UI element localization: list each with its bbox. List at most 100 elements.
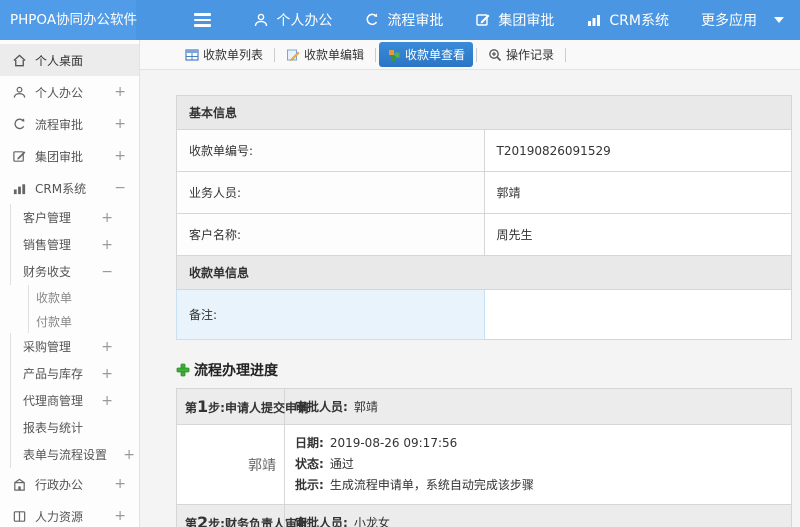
flow-step-header-row: 第2步:财务负责人审批 审批人员: 小龙女 xyxy=(176,504,792,527)
sidebar-item-label: 个人桌面 xyxy=(35,53,84,68)
sidebar-item-crm-system[interactable]: CRM系统 − xyxy=(0,172,139,204)
flow-step-body-row: 郭靖 日期: 2019-08-26 09:17:56 状态: 通过 批示: 生成流程申… xyxy=(176,424,792,505)
flow-step-approver: 审批人员: 郭靖 xyxy=(284,388,792,425)
building-icon xyxy=(12,477,27,492)
topnav-label: 集团审批 xyxy=(498,13,555,29)
tab-label: 收款单列表 xyxy=(203,48,264,62)
zoom-in-icon xyxy=(488,48,502,62)
topnav-label: 更多应用 xyxy=(701,13,757,29)
tab-receipt-list[interactable]: 收款单列表 xyxy=(177,42,271,67)
topnav-label: 个人办公 xyxy=(276,13,333,29)
sidebar-item-label: 集团审批 xyxy=(35,149,84,164)
tab-label: 操作记录 xyxy=(506,48,555,62)
flow-step-approver: 审批人员: 小龙女 xyxy=(284,504,792,527)
app-window: PHPOA协同办公软件 个人办公 流程审批 集团审批 CRM系统 更多应用 个人… xyxy=(0,0,800,527)
sidebar-item-payment-form[interactable]: 付款单 xyxy=(28,309,139,333)
sidebar-item-label: 报表与统计 xyxy=(23,421,84,435)
expand-icon[interactable]: + xyxy=(114,508,126,524)
field-label-remark: 备注: xyxy=(176,289,485,340)
flow-step-details: 日期: 2019-08-26 09:17:56 状态: 通过 批示: 生成流程申请单，… xyxy=(284,424,792,505)
sidebar-item-personal-office[interactable]: 个人办公 + xyxy=(0,76,139,108)
topnav-personal-office[interactable]: 个人办公 xyxy=(237,0,348,40)
plus-icon xyxy=(176,363,190,377)
expand-icon[interactable]: + xyxy=(101,393,113,409)
sidebar-item-label: 付款单 xyxy=(36,314,73,329)
sidebar-item-human-resources[interactable]: 人力资源 + xyxy=(0,500,139,527)
edit-icon xyxy=(12,149,27,164)
flow-progress-table: 第1步:申请人提交申请 审批人员: 郭靖 郭靖 日期: 2019-08-26 09:… xyxy=(176,388,792,527)
tabbar: 收款单列表 收款单编辑 收款单查看 操作记录 xyxy=(140,40,800,70)
tab-operation-log[interactable]: 操作记录 xyxy=(480,42,562,67)
expand-icon[interactable]: + xyxy=(101,339,113,355)
sidebar-item-products-inventory[interactable]: 产品与库存 + xyxy=(10,360,139,387)
sidebar-item-reports-statistics[interactable]: 报表与统计 xyxy=(10,414,139,441)
edit-icon xyxy=(475,12,491,28)
chart-icon xyxy=(12,181,27,196)
table-icon xyxy=(185,48,199,62)
blocks-icon xyxy=(387,48,401,62)
expand-icon[interactable]: + xyxy=(101,210,113,226)
expand-icon[interactable]: + xyxy=(114,148,126,164)
tab-label: 收款单编辑 xyxy=(304,48,365,62)
sidebar-item-label: 表单与流程设置 xyxy=(23,448,108,462)
table-row: 备注: xyxy=(176,289,792,340)
table-row: 客户名称: 周先生 xyxy=(176,213,792,256)
sidebar-item-finance[interactable]: 财务收支 − xyxy=(10,258,139,285)
topnav-label: 流程审批 xyxy=(387,13,444,29)
flow-icon xyxy=(12,117,27,132)
book-icon xyxy=(12,509,27,524)
sidebar-item-label: 财务收支 xyxy=(23,265,72,279)
expand-icon[interactable]: + xyxy=(114,476,126,492)
sidebar-item-purchasing[interactable]: 采购管理 + xyxy=(10,333,139,360)
sidebar-item-workflow-approval[interactable]: 流程审批 + xyxy=(0,108,139,140)
expand-icon[interactable]: + xyxy=(114,116,126,132)
sidebar-item-agent-management[interactable]: 代理商管理 + xyxy=(10,387,139,414)
edit-doc-icon xyxy=(286,48,300,62)
sidebar-item-label: 产品与库存 xyxy=(23,367,84,381)
field-value-receipt-number: T20190826091529 xyxy=(483,129,792,172)
sidebar: 个人桌面 个人办公 + 流程审批 + 集团审批 + CRM系统 − 客户管理 +… xyxy=(0,40,140,527)
section-header-row: 收款单信息 xyxy=(176,255,792,290)
tab-receipt-edit[interactable]: 收款单编辑 xyxy=(278,42,372,67)
expand-icon[interactable]: + xyxy=(114,84,126,100)
flow-progress-header: 流程办理进度 xyxy=(176,360,792,380)
hamburger-icon[interactable] xyxy=(194,13,212,27)
flow-step-header-row: 第1步:申请人提交申请 审批人员: 郭靖 xyxy=(176,388,792,425)
sidebar-item-sales-management[interactable]: 销售管理 + xyxy=(10,231,139,258)
sidebar-item-label: 销售管理 xyxy=(23,238,72,252)
expand-icon[interactable]: + xyxy=(101,366,113,382)
field-label-customer-name: 客户名称: xyxy=(176,213,485,256)
sidebar-item-label: 采购管理 xyxy=(23,340,72,354)
table-row: 收款单编号: T20190826091529 xyxy=(176,129,792,172)
sidebar-item-form-workflow-settings[interactable]: 表单与流程设置 + xyxy=(10,441,139,468)
topnav-workflow-approval[interactable]: 流程审批 xyxy=(348,0,459,40)
sidebar-item-personal-desktop[interactable]: 个人桌面 xyxy=(0,44,139,76)
flow-progress-title: 流程办理进度 xyxy=(194,363,278,379)
tab-receipt-view[interactable]: 收款单查看 xyxy=(379,42,474,67)
app-logo: PHPOA协同办公软件 xyxy=(0,0,137,40)
flow-status-line: 状态: 通过 xyxy=(295,457,354,471)
topnav-group-approval[interactable]: 集团审批 xyxy=(459,0,570,40)
divider xyxy=(375,47,377,62)
sidebar-item-receipt-form[interactable]: 收款单 xyxy=(28,285,139,309)
flow-date-line: 日期: 2019-08-26 09:17:56 xyxy=(295,436,458,450)
tab-label: 收款单查看 xyxy=(405,48,466,62)
collapse-icon[interactable]: − xyxy=(114,180,126,196)
flow-step-name: 第1步:申请人提交申请 xyxy=(176,388,309,425)
expand-icon[interactable]: + xyxy=(101,237,113,253)
receipt-detail-table: 基本信息 收款单编号: T20190826091529 业务人员: 郭靖 客户名… xyxy=(176,95,792,340)
top-navigation: 个人办公 流程审批 集团审批 CRM系统 更多应用 xyxy=(237,0,800,40)
expand-icon[interactable]: + xyxy=(123,447,135,463)
topnav-crm-system[interactable]: CRM系统 xyxy=(570,0,685,40)
sidebar-item-group-approval[interactable]: 集团审批 + xyxy=(0,140,139,172)
sidebar-item-administration[interactable]: 行政办公 + xyxy=(0,468,139,500)
sidebar-item-label: 人力资源 xyxy=(35,509,84,524)
field-label-receipt-number: 收款单编号: xyxy=(176,129,485,172)
sidebar-item-label: CRM系统 xyxy=(35,181,87,196)
topnav-more-apps[interactable]: 更多应用 xyxy=(685,0,800,40)
sidebar-item-customer-management[interactable]: 客户管理 + xyxy=(10,204,139,231)
sidebar-item-label: 收款单 xyxy=(36,290,73,305)
sidebar-item-label: 代理商管理 xyxy=(23,394,84,408)
collapse-icon[interactable]: − xyxy=(101,264,113,280)
divider xyxy=(476,47,478,62)
